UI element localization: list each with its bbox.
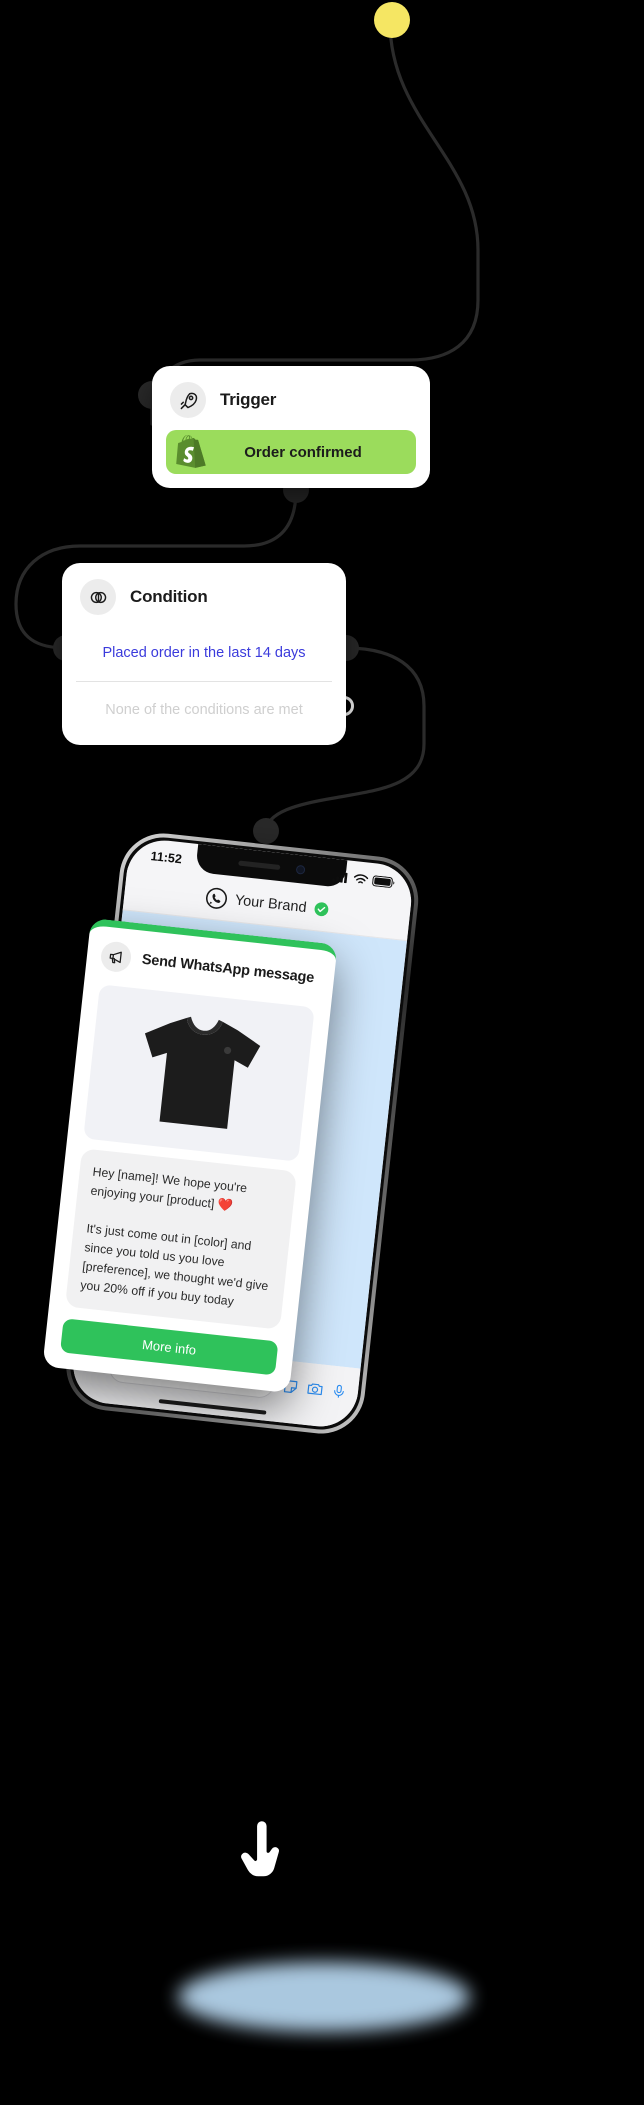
chat-brand-name: Your Brand <box>234 891 308 916</box>
trigger-title: Trigger <box>220 390 277 409</box>
cellular-bars-icon <box>332 872 348 883</box>
trigger-event-pill[interactable]: Order confirmed <box>166 430 416 474</box>
venn-diagram-icon <box>80 579 116 615</box>
rocket-icon <box>170 382 206 418</box>
action-title: Send WhatsApp message <box>141 951 315 987</box>
condition-card-header: Condition <box>62 563 346 625</box>
message-preview-bubble: Hey [name]! We hope you're enjoying your… <box>64 1148 297 1331</box>
status-time: 11:52 <box>149 849 183 867</box>
microphone-icon[interactable] <box>331 1383 347 1400</box>
flow-illustration-canvas: Trigger Order confirmed Condition Placed <box>0 0 644 2105</box>
start-node-dot[interactable] <box>374 2 410 38</box>
action-input-dot[interactable] <box>253 818 279 844</box>
megaphone-icon <box>99 940 133 974</box>
shopify-icon <box>176 435 206 468</box>
verified-check-icon <box>314 902 328 917</box>
whatsapp-icon <box>206 887 228 909</box>
black-tshirt-icon <box>144 1016 261 1129</box>
trigger-card-header: Trigger <box>152 366 430 428</box>
status-indicators <box>332 870 396 888</box>
send-whatsapp-message-card[interactable]: Send WhatsApp message Hey [name]! We hop… <box>42 917 338 1394</box>
ground-shadow <box>178 1962 470 2032</box>
product-image <box>83 984 315 1162</box>
condition-title: Condition <box>130 587 208 606</box>
camera-icon[interactable] <box>306 1380 324 1398</box>
trigger-card[interactable]: Trigger Order confirmed <box>152 366 430 488</box>
condition-row-met[interactable]: Placed order in the last 14 days <box>62 625 346 681</box>
battery-icon <box>372 874 395 888</box>
hand-cursor-icon <box>238 1818 283 1880</box>
trigger-event-label: Order confirmed <box>244 443 362 461</box>
wifi-icon <box>354 873 369 884</box>
more-info-button[interactable]: More info <box>59 1318 279 1376</box>
condition-card[interactable]: Condition Placed order in the last 14 da… <box>62 563 346 745</box>
condition-row-unmet[interactable]: None of the conditions are met <box>62 682 346 738</box>
